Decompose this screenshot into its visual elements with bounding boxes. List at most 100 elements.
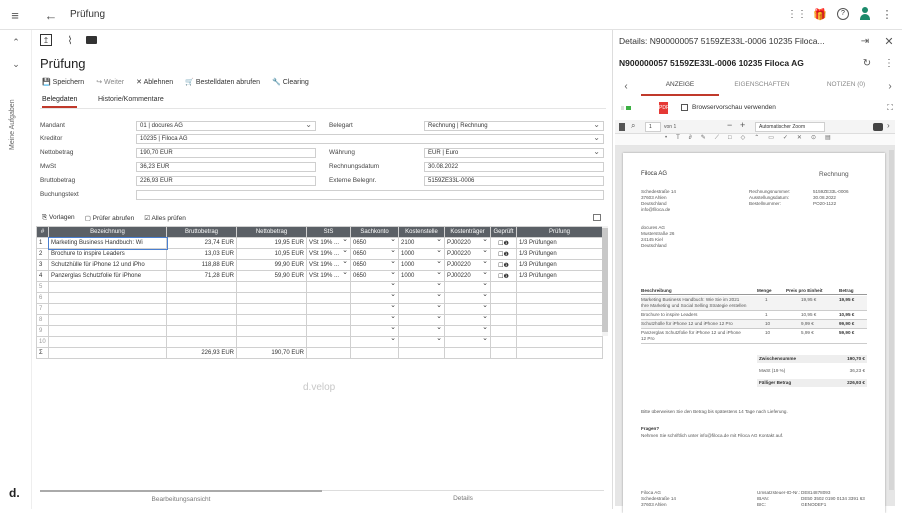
zoom-in-icon[interactable]: + <box>740 120 745 130</box>
pruefung-cell[interactable]: 1/3 Prüfungen <box>516 270 603 282</box>
pruefung-cell[interactable]: 1/3 Prüfungen <box>516 237 603 249</box>
gift-icon[interactable]: 🎁 <box>813 7 827 21</box>
empty-cell[interactable] <box>166 325 237 337</box>
menu-icon[interactable]: ≡ <box>6 6 24 24</box>
empty-cell[interactable] <box>490 325 517 337</box>
chevron-down-icon[interactable]: ⌄ <box>8 58 24 70</box>
chevron-left-icon[interactable]: ‹ <box>621 80 631 92</box>
empty-cell[interactable] <box>490 314 517 326</box>
table-row[interactable]: 4 Panzerglas Schutzfolie für iPhone 71,28 … <box>36 270 603 282</box>
ktr-cell[interactable]: PJ00220 ⌄ <box>444 248 491 260</box>
chevron-down-icon[interactable]: ⌄ <box>390 305 396 310</box>
pruefer-button[interactable]: ▢ Prüfer abrufen <box>85 214 135 222</box>
empty-cell[interactable] <box>516 336 603 348</box>
empty-cell[interactable]: ⌄ <box>350 292 399 304</box>
chevron-down-icon[interactable]: ⌄ <box>482 316 488 321</box>
mail-icon[interactable] <box>86 36 97 44</box>
empty-cell[interactable] <box>516 303 603 315</box>
empty-cell[interactable]: ⌄ <box>398 314 445 326</box>
empty-cell[interactable]: ⌄ <box>350 281 399 293</box>
table-row[interactable]: 7 ⌄ ⌄ ⌄ <box>36 303 603 315</box>
paperclip-icon[interactable]: ⌇ <box>64 34 76 47</box>
netto-cell[interactable]: 99,90 EUR <box>236 259 307 271</box>
chevron-down-icon[interactable]: ⌄ <box>390 250 396 255</box>
konto-cell[interactable]: 0650 ⌄ <box>350 237 399 249</box>
kst-cell[interactable]: 1000 ⌄ <box>398 270 445 282</box>
empty-cell[interactable]: ⌄ <box>444 336 491 348</box>
chevron-right-icon[interactable]: › <box>887 121 890 130</box>
tab-anzeige[interactable]: ANZEIGE <box>641 76 719 96</box>
bezeichnung-cell[interactable]: Marketing Business Handbuch: Wi <box>47 236 168 250</box>
konto-cell[interactable]: 0650 ⌄ <box>350 270 399 282</box>
empty-cell[interactable] <box>236 281 307 293</box>
konto-cell[interactable]: 0650 ⌄ <box>350 248 399 260</box>
sts-cell[interactable]: VSt 19% ... ⌄ <box>306 237 351 249</box>
browser-preview-checkbox[interactable] <box>681 104 688 111</box>
empty-cell[interactable] <box>48 314 167 326</box>
empty-cell[interactable]: ⌄ <box>350 314 399 326</box>
kst-cell[interactable]: 2100 ⌄ <box>398 237 445 249</box>
empty-cell[interactable] <box>490 281 517 293</box>
tab-notizen[interactable]: NOTIZEN (0) <box>805 76 887 96</box>
ktr-cell[interactable]: PJ00220 ⌄ <box>444 270 491 282</box>
column-header[interactable]: Bezeichnung <box>48 226 167 238</box>
empty-cell[interactable] <box>48 336 167 348</box>
help-icon[interactable]: ? <box>837 8 849 20</box>
empty-cell[interactable]: ⌄ <box>350 325 399 337</box>
empty-cell[interactable]: ⌄ <box>444 314 491 326</box>
empty-cell[interactable] <box>48 281 167 293</box>
column-header[interactable]: StS <box>306 226 351 238</box>
chevron-down-icon[interactable]: ⌄ <box>390 261 396 266</box>
chevron-down-icon[interactable]: ⌄ <box>390 338 396 343</box>
chevron-down-icon[interactable]: ⌄ <box>436 250 442 255</box>
column-header[interactable]: Nettobetrag <box>236 226 307 238</box>
chevron-right-icon[interactable]: › <box>885 80 895 92</box>
empty-cell[interactable] <box>48 325 167 337</box>
chevron-down-icon[interactable]: ⌄ <box>390 239 396 244</box>
empty-cell[interactable] <box>236 292 307 304</box>
chevron-down-icon[interactable]: ⌄ <box>390 327 396 332</box>
empty-cell[interactable]: ⌄ <box>444 292 491 304</box>
chevron-down-icon[interactable]: ⌄ <box>436 239 442 244</box>
geprueft-cell[interactable]: ☐❶ <box>490 270 517 282</box>
chevron-up-icon[interactable]: ⌃ <box>8 36 24 48</box>
chevron-down-icon[interactable]: ⌄ <box>390 283 396 288</box>
empty-cell[interactable]: ⌄ <box>398 281 445 293</box>
sts-cell[interactable]: VSt 19% ... ⌄ <box>306 270 351 282</box>
geprueft-cell[interactable]: ☐❶ <box>490 248 517 260</box>
kst-cell[interactable]: 1000 ⌄ <box>398 259 445 271</box>
rechnungsdatum-field[interactable]: 30.08.2022 <box>424 162 604 172</box>
page-number-input[interactable]: 1 <box>645 122 661 132</box>
empty-cell[interactable] <box>166 281 237 293</box>
empty-cell[interactable] <box>516 292 603 304</box>
open-external-icon[interactable]: ⇥ <box>859 35 871 47</box>
vorlagen-button[interactable]: ⎘ Vorlagen <box>42 214 75 222</box>
chevron-down-icon[interactable]: ⌄ <box>436 272 442 277</box>
belegart-select[interactable]: Rechnung | Rechnung <box>424 121 604 131</box>
empty-cell[interactable] <box>306 281 351 293</box>
chevron-down-icon[interactable]: ⌄ <box>482 327 488 332</box>
kreditor-select[interactable]: 10235 | Filoca AG <box>136 134 604 144</box>
user-icon[interactable] <box>860 7 870 21</box>
tab-bearbeitungsansicht[interactable]: Bearbeitungsansicht <box>40 490 322 508</box>
empty-cell[interactable] <box>306 336 351 348</box>
kst-cell[interactable]: 1000 ⌄ <box>398 248 445 260</box>
empty-cell[interactable] <box>48 303 167 315</box>
empty-cell[interactable] <box>236 336 307 348</box>
table-row[interactable]: 3 Schutzhülle für iPhone 12 und iPho 118,8… <box>36 259 603 271</box>
netto-field[interactable]: 190,70 EUR <box>136 148 316 158</box>
table-row[interactable]: 8 ⌄ ⌄ ⌄ <box>36 314 603 326</box>
comment-icon[interactable] <box>873 123 883 131</box>
waehrung-select[interactable]: EUR | Euro <box>424 148 604 158</box>
column-header[interactable]: Bruttobetrag <box>166 226 237 238</box>
more-icon[interactable]: ⋮ <box>883 57 895 69</box>
rail-label[interactable]: Meine Aufgaben <box>9 99 16 150</box>
chevron-down-icon[interactable]: ⌄ <box>390 272 396 277</box>
chevron-down-icon[interactable]: ⌄ <box>482 294 488 299</box>
view-toggle-icon[interactable] <box>621 106 624 110</box>
empty-cell[interactable] <box>236 303 307 315</box>
empty-cell[interactable] <box>490 303 517 315</box>
column-header[interactable]: Geprüft <box>490 226 517 238</box>
annotation-toolbar[interactable]: •T∂✎⟋□◇⌃▭✓✕⊙▤ <box>615 134 895 146</box>
belegnr-field[interactable]: 5159ZE33L-0006 <box>424 176 604 186</box>
